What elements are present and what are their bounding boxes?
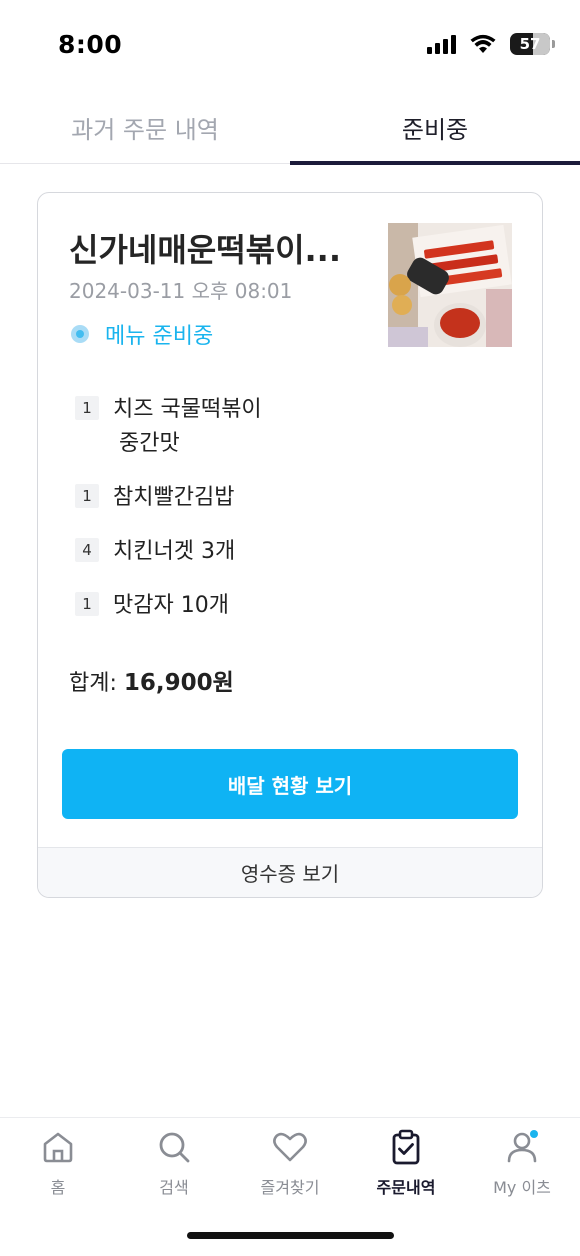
view-receipt-button[interactable]: 영수증 보기 [38, 847, 542, 897]
battery-icon: 57 [510, 33, 555, 55]
list-item: 1 맛감자 10개 [75, 589, 262, 623]
cellular-signal-icon [427, 34, 456, 54]
nav-item-orders[interactable]: 주문내역 [348, 1118, 464, 1208]
order-status: 메뉴 준비중 [71, 318, 213, 350]
notification-dot [530, 1130, 538, 1138]
store-food-image [388, 223, 512, 347]
tab-preparing[interactable]: 준비중 [290, 92, 580, 165]
order-clipboard-icon [392, 1129, 420, 1165]
status-dot-icon [71, 325, 89, 343]
total-value: 16,900원 [123, 670, 234, 696]
item-name: 참치빨간김밥 [113, 485, 235, 510]
item-quantity: 1 [75, 484, 99, 508]
home-indicator [187, 1232, 394, 1239]
search-icon [159, 1132, 190, 1163]
item-name: 치킨너겟 3개 [113, 539, 236, 564]
order-total: 합계: 16,900원 [69, 663, 234, 697]
tab-past-orders[interactable]: 과거 주문 내역 [0, 92, 290, 163]
item-quantity: 1 [75, 592, 99, 616]
list-item: 1 참치빨간김밥 [75, 481, 262, 515]
item-option: 중간맛 [119, 431, 180, 456]
track-delivery-button[interactable]: 배달 현황 보기 [62, 749, 518, 819]
status-icons: 57 [427, 33, 555, 55]
list-item: 4 치킨너겟 3개 [75, 535, 262, 569]
order-tabs: 과거 주문 내역 준비중 [0, 92, 580, 165]
item-name: 맛감자 10개 [113, 593, 229, 618]
nav-item-home[interactable]: 홈 [0, 1118, 116, 1208]
list-item: 1 치즈 국물떡볶이 중간맛 [75, 393, 262, 461]
nav-label: 주문내역 [376, 1178, 436, 1197]
nav-label: 홈 [50, 1178, 66, 1197]
total-label: 합계: [69, 671, 117, 696]
order-card: 신가네매운떡볶이... 2024-03-11 오후 08:01 메뉴 준비중 1… [37, 192, 543, 898]
item-quantity: 1 [75, 396, 99, 420]
item-quantity: 4 [75, 538, 99, 562]
status-time: 8:00 [58, 30, 123, 59]
nav-item-favorites[interactable]: 즐겨찾기 [232, 1118, 348, 1208]
order-date: 2024-03-11 오후 08:01 [69, 279, 293, 303]
heart-icon [273, 1132, 307, 1162]
store-name[interactable]: 신가네매운떡볶이... [69, 225, 341, 271]
order-status-text: 메뉴 준비중 [105, 324, 214, 349]
nav-label: My 이츠 [493, 1178, 551, 1197]
order-items-list: 1 치즈 국물떡볶이 중간맛 1 참치빨간김밥 4 치킨너겟 3개 1 맛감자 … [75, 393, 262, 643]
nav-label: 검색 [159, 1178, 189, 1197]
item-name: 치즈 국물떡볶이 [113, 397, 262, 422]
nav-item-my-eats[interactable]: My 이츠 [464, 1118, 580, 1208]
nav-item-search[interactable]: 검색 [116, 1118, 232, 1208]
home-icon [43, 1132, 73, 1163]
wifi-icon [470, 34, 496, 53]
battery-level: 57 [519, 35, 541, 53]
status-bar: 8:00 57 [0, 0, 580, 92]
nav-label: 즐겨찾기 [260, 1178, 320, 1197]
